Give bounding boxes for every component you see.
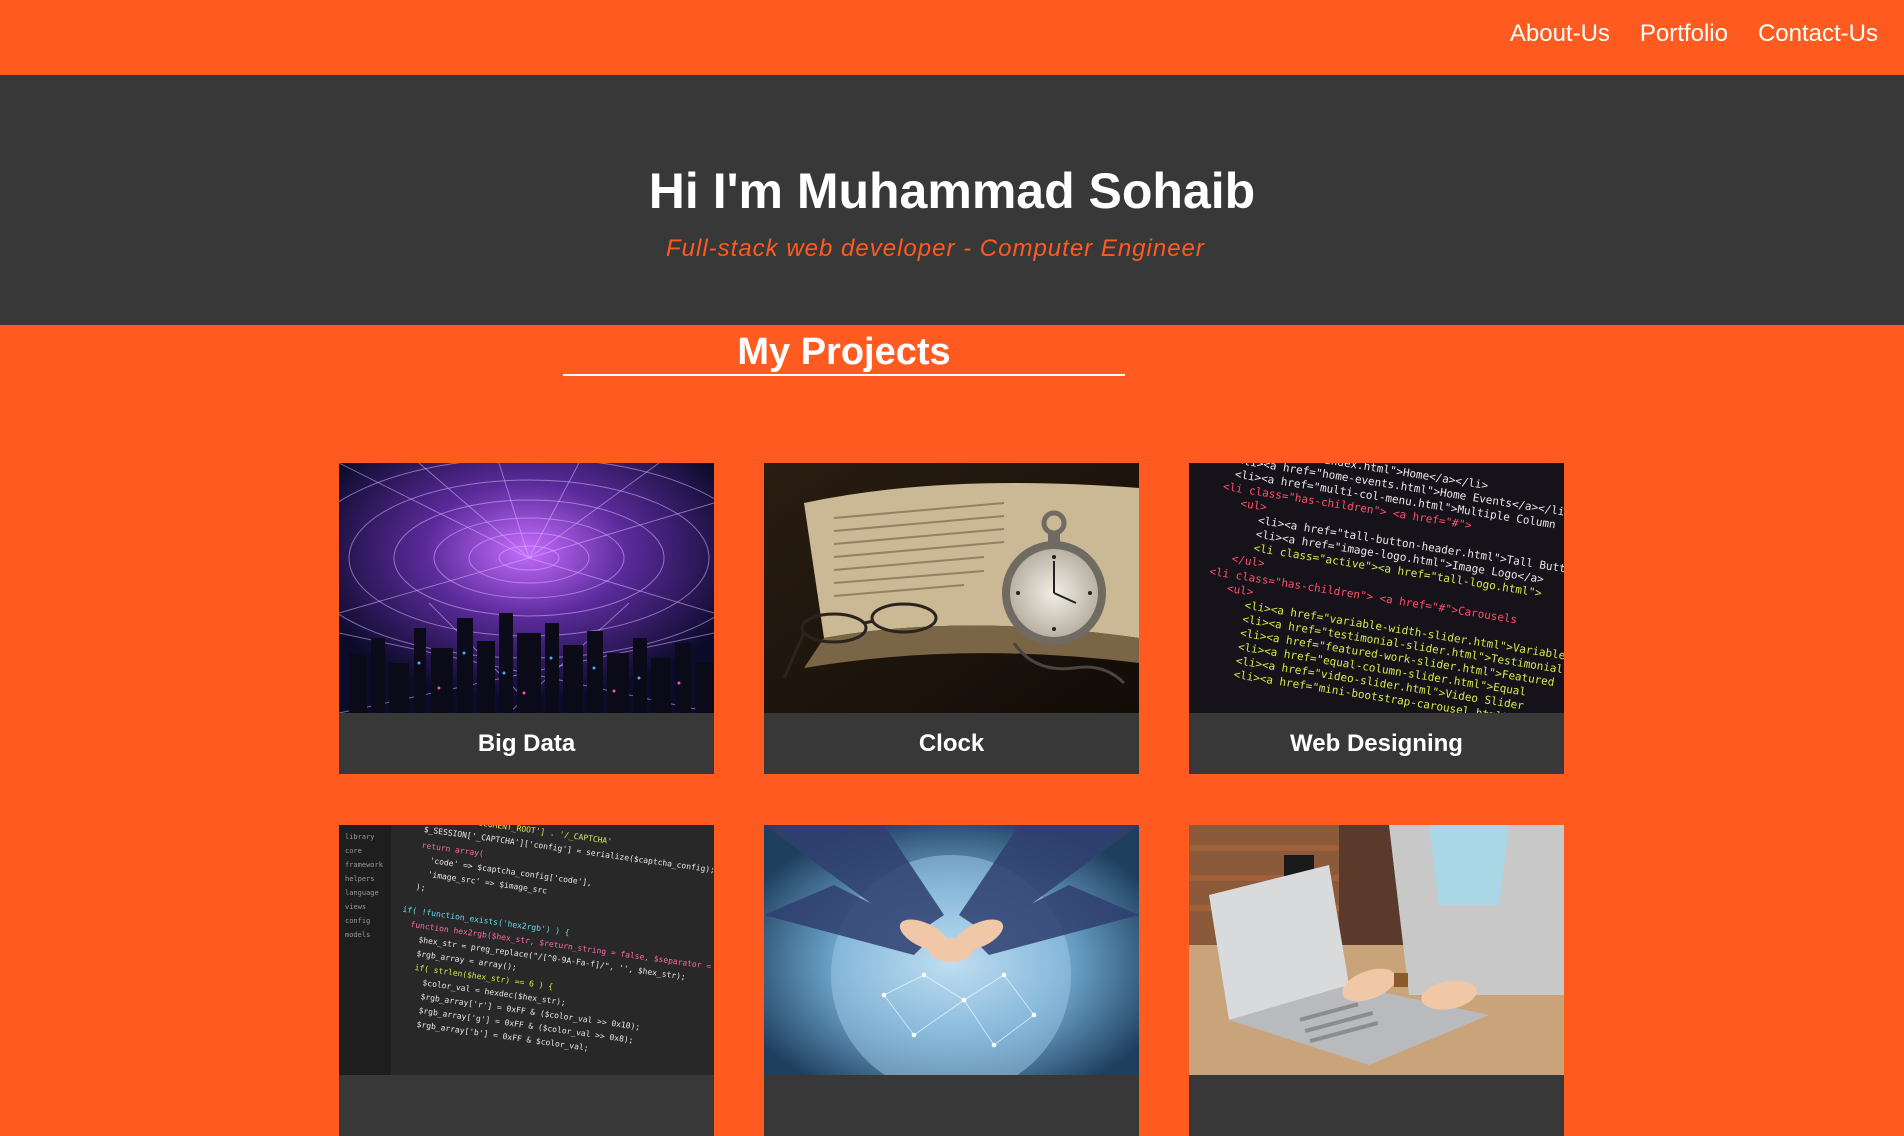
svg-text:config: config bbox=[345, 917, 370, 925]
svg-text:language: language bbox=[345, 889, 379, 897]
svg-text:framework: framework bbox=[345, 861, 384, 869]
project-card-caption bbox=[764, 1075, 1139, 1136]
laptop-image bbox=[1189, 825, 1564, 1075]
project-card-caption: Big Data bbox=[477, 730, 576, 757]
code-editor-image: library core framework helpers language vie… bbox=[339, 825, 714, 1075]
project-card-clock[interactable]: Clock bbox=[764, 463, 1139, 774]
svg-text:library: library bbox=[345, 833, 375, 841]
clock-image bbox=[764, 463, 1139, 713]
hero-section: Hi I'm Muhammad Sohaib Full-stack web de… bbox=[0, 75, 1904, 325]
hero-title: Hi I'm Muhammad Sohaib bbox=[648, 163, 1256, 219]
svg-text:core: core bbox=[345, 847, 362, 855]
projects-heading: My Projects bbox=[563, 326, 1125, 376]
project-card-4[interactable]: library core framework helpers language vie… bbox=[339, 825, 714, 1136]
svg-text:);: ); bbox=[415, 882, 426, 892]
hero-subtitle: Full-stack web developer - Computer Engi… bbox=[666, 235, 1205, 262]
project-card-caption: Clock bbox=[918, 730, 985, 757]
svg-text:helpers: helpers bbox=[345, 875, 375, 883]
main-nav: About-Us Portfolio Contact-Us bbox=[1510, 19, 1878, 49]
big-data-image bbox=[339, 463, 714, 713]
project-card-big-data[interactable]: Big Data bbox=[339, 463, 714, 774]
nav-link-portfolio[interactable]: Portfolio bbox=[1640, 19, 1728, 49]
project-card-caption bbox=[1189, 1075, 1564, 1136]
project-card-caption bbox=[339, 1075, 714, 1136]
nav-link-contact-us[interactable]: Contact-Us bbox=[1758, 19, 1878, 49]
project-card-caption: Web Designing bbox=[1290, 730, 1463, 757]
project-card-web-designing[interactable]: <li><a href="index.html">Home</a></li> <… bbox=[1189, 463, 1564, 774]
project-card-5[interactable] bbox=[764, 825, 1139, 1136]
top-navbar: About-Us Portfolio Contact-Us bbox=[0, 0, 1904, 75]
teamwork-image bbox=[764, 825, 1139, 1075]
project-card-6[interactable] bbox=[1189, 825, 1564, 1136]
web-designing-image: <li><a href="index.html">Home</a></li> <… bbox=[1189, 463, 1564, 713]
svg-text:models: models bbox=[345, 931, 370, 939]
projects-heading-text: My Projects bbox=[737, 331, 951, 373]
nav-link-about-us[interactable]: About-Us bbox=[1510, 19, 1610, 49]
svg-text:views: views bbox=[345, 903, 366, 911]
